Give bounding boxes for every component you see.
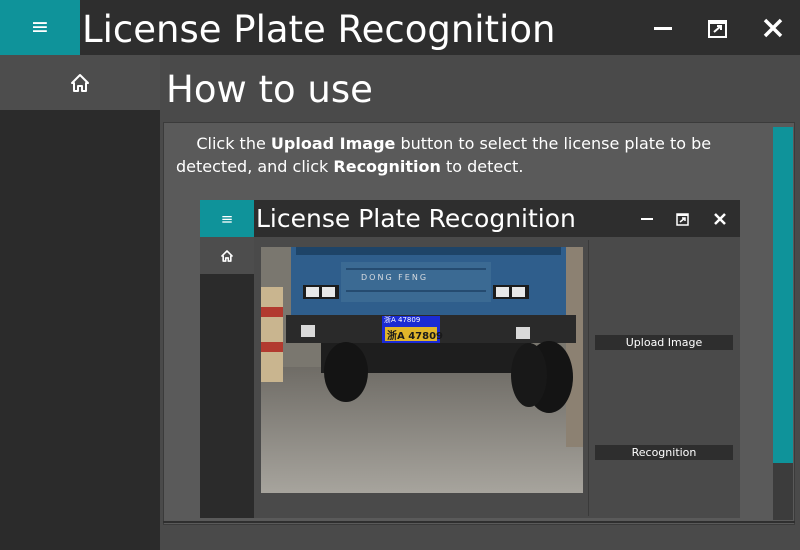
example-app-title: License Plate Recognition [256, 204, 576, 233]
restore-icon [707, 19, 727, 38]
close-icon [714, 212, 726, 225]
page-title: How to use [166, 68, 373, 111]
home-button[interactable] [0, 55, 160, 110]
minimize-button[interactable] [635, 0, 690, 55]
scrollbar-thumb[interactable] [773, 127, 793, 463]
license-plate: 浙A 47809 [387, 331, 444, 342]
close-icon [763, 18, 782, 37]
detected-plate-label: 浙A 47809 [384, 316, 421, 324]
hamburger-icon: ≡ [220, 209, 234, 228]
example-sidebar [200, 274, 254, 518]
close-button[interactable] [745, 0, 800, 55]
restore-icon [676, 212, 689, 226]
example-restore [665, 200, 701, 237]
minimize-icon [653, 26, 672, 30]
sidebar [0, 110, 160, 550]
restore-button[interactable] [690, 0, 745, 55]
truck-brand: DONG FENG [361, 273, 429, 282]
instructions-part: Click the [196, 134, 271, 153]
instructions-part: to detect. [440, 157, 524, 176]
recognition-emphasis: Recognition [333, 157, 441, 176]
divider [163, 521, 795, 523]
menu-button[interactable]: ≡ [0, 0, 80, 55]
example-upload-image-button: Upload Image [595, 335, 733, 350]
truck-photo: DONG FENG 浙A 47809 浙A 47809 [261, 247, 583, 493]
example-minimize [629, 200, 665, 237]
example-recognition-button: Recognition [595, 445, 733, 460]
example-divider [588, 240, 589, 516]
example-home-button [200, 237, 254, 274]
upload-image-emphasis: Upload Image [270, 134, 396, 153]
minimize-icon [641, 217, 653, 220]
hamburger-icon: ≡ [30, 15, 50, 40]
home-icon [71, 73, 89, 92]
home-icon [221, 249, 233, 262]
instructions-text: Click the Upload Image button to select … [176, 132, 768, 178]
app-title: License Plate Recognition [82, 8, 556, 51]
example-close [702, 200, 738, 237]
example-menu-button: ≡ [200, 200, 254, 237]
